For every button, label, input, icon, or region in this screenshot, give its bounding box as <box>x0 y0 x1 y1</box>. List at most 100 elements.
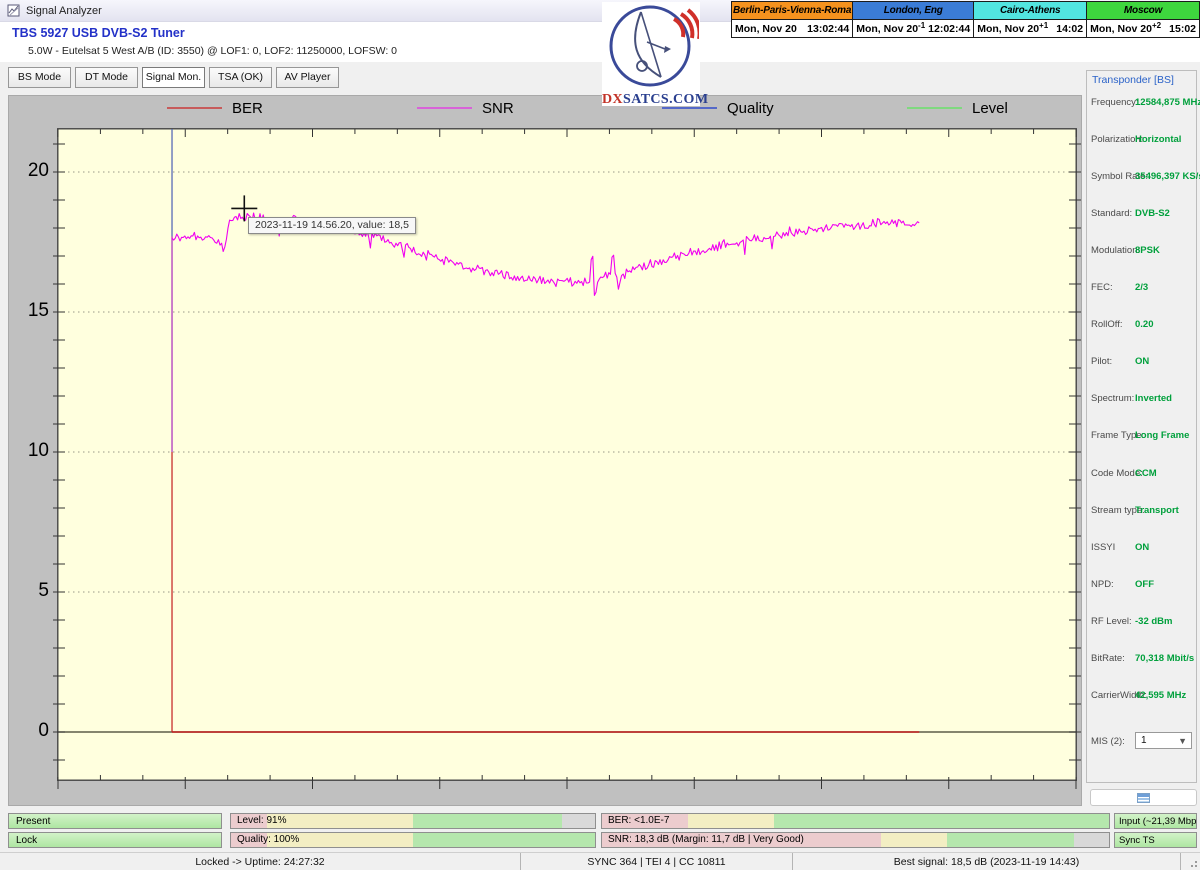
clock-utc-offset: +1 <box>1039 21 1048 30</box>
indicator-present: Present <box>8 813 222 829</box>
signal-plot[interactable]: 2023-11-19 14.56.20, value: 18,5 <box>57 128 1077 781</box>
status-segment: Best signal: 18,5 dB (2023-11-19 14:43) <box>792 853 1180 870</box>
clock-time-cell: Mon, Nov 2013:02:44 <box>732 20 853 38</box>
legend-label: Level <box>972 100 1008 117</box>
progress-zone-yellow <box>881 833 947 847</box>
progress-bar: SNR: 18,3 dB (Margin: 11,7 dB | Very Goo… <box>601 832 1110 848</box>
clock-row: Mon, Nov 20+215:02 <box>1090 20 1196 37</box>
field-label: RollOff: <box>1091 319 1123 330</box>
indicator-lock: Lock <box>8 832 222 848</box>
window-title: Signal Analyzer <box>26 5 102 17</box>
grip-dot <box>1195 861 1197 863</box>
field-value: 8PSK <box>1135 245 1160 256</box>
signal-analyzer-window: Signal Analyzer TBS 5927 USB DVB-S2 Tune… <box>0 0 1200 870</box>
field-label: ISSYI <box>1091 542 1115 553</box>
field-value: -32 dBm <box>1135 616 1172 627</box>
progress-bar: Level: 91% <box>230 813 596 829</box>
tab-av-player[interactable]: AV Player <box>276 67 339 88</box>
satellite-dish-icon <box>603 2 699 90</box>
world-clocks: Berlin-Paris-Vienna-RomaLondon, EngCairo… <box>731 1 1200 38</box>
field-value: 42,595 MHz <box>1135 690 1186 701</box>
progress-zone-gray <box>1074 833 1109 847</box>
clock-time: 14:02 <box>1056 23 1083 35</box>
legend-line-icon <box>907 107 962 109</box>
field-value: CCM <box>1135 468 1157 479</box>
progress-bar: BER: <1.0E-7 <box>601 813 1110 829</box>
transponder-list-button[interactable] <box>1090 789 1197 806</box>
clock-row: Mon, Nov 20+1 14:02 <box>977 20 1083 37</box>
clock-row: Mon, Nov 20-112:02:44 <box>856 20 970 37</box>
progress-bar: Quality: 100% <box>230 832 596 848</box>
clock-city: Moscow <box>1087 2 1200 20</box>
clock-time-cell: Mon, Nov 20+215:02 <box>1087 20 1200 38</box>
logo-text: DXSATCS.COM <box>602 92 700 108</box>
progress-label: Level: 91% <box>237 815 286 826</box>
field-value: 2/3 <box>1135 282 1148 293</box>
field-value: Horizontal <box>1135 134 1181 145</box>
clock-time: 12:02:44 <box>928 23 970 35</box>
y-tick-label: 0 <box>11 720 49 742</box>
list-icon <box>1137 793 1150 803</box>
progress-zone-yellow <box>267 814 413 828</box>
clock-time: 13:02:44 <box>807 23 849 35</box>
tab-tsa-ok[interactable]: TSA (OK) <box>209 67 272 88</box>
clock-date: Mon, Nov 20 <box>856 23 918 35</box>
progress-zone-gray <box>562 814 595 828</box>
field-label: NPD: <box>1091 579 1114 590</box>
legend-label: SNR <box>482 100 514 117</box>
field-value: Long Frame <box>1135 430 1189 441</box>
legend-label: BER <box>232 100 263 117</box>
status-segment: SYNC 364 | TEI 4 | CC 10811 <box>520 853 792 870</box>
progress-zones <box>602 814 1109 828</box>
field-label: Standard: <box>1091 208 1132 219</box>
legend-line-icon <box>417 107 472 109</box>
resize-grip[interactable] <box>1180 853 1200 870</box>
chevron-down-icon: ▼ <box>1178 736 1187 746</box>
clock-time: 15:02 <box>1169 23 1196 35</box>
chart-tooltip: 2023-11-19 14.56.20, value: 18,5 <box>248 217 416 234</box>
indicator-right: Input (~21,39 Mbps) <box>1114 813 1197 829</box>
progress-label: Quality: 100% <box>237 834 299 845</box>
mis-select[interactable]: 1 ▼ <box>1135 732 1192 749</box>
clock-city: Berlin-Paris-Vienna-Roma <box>732 2 853 20</box>
legend-line-icon <box>167 107 222 109</box>
field-value: ON <box>1135 356 1149 367</box>
progress-zone-yellow <box>688 814 774 828</box>
field-value: 70,318 Mbit/s <box>1135 653 1194 664</box>
progress-label: SNR: 18,3 dB (Margin: 11,7 dB | Very Goo… <box>608 834 804 845</box>
tab-dt-mode[interactable]: DT Mode <box>75 67 138 88</box>
clock-utc-offset: +2 <box>1152 21 1161 30</box>
tuner-title: TBS 5927 USB DVB-S2 Tuner <box>12 26 185 40</box>
field-label: FEC: <box>1091 282 1113 293</box>
app-icon <box>7 4 20 17</box>
field-value: DVB-S2 <box>1135 208 1170 219</box>
status-segment: Locked -> Uptime: 24:27:32 <box>0 853 520 870</box>
tuner-subtitle: 5.0W - Eutelsat 5 West A/B (ID: 3550) @ … <box>28 45 397 57</box>
transponder-title: Transponder [BS] <box>1092 74 1174 86</box>
clock-time-cell: Mon, Nov 20+1 14:02 <box>974 20 1087 38</box>
y-tick-label: 20 <box>11 160 49 182</box>
field-value: ON <box>1135 542 1149 553</box>
chart-panel: BERSNRQualityLevel 05101520 2023-11-19 1… <box>8 95 1082 806</box>
dxsatcs-logo: DXSATCS.COM <box>602 2 700 106</box>
indicator-right: Sync TS <box>1114 832 1197 848</box>
field-value: Inverted <box>1135 393 1172 404</box>
tab-bs-mode[interactable]: BS Mode <box>8 67 71 88</box>
mis-value: 1 <box>1141 735 1147 746</box>
clock-time-cell: Mon, Nov 20-112:02:44 <box>853 20 974 38</box>
field-value: OFF <box>1135 579 1154 590</box>
clock-row: Mon, Nov 2013:02:44 <box>735 20 849 37</box>
progress-label: BER: <1.0E-7 <box>608 815 669 826</box>
progress-zone-green <box>774 814 1109 828</box>
tab-signal-mon[interactable]: Signal Mon. <box>142 67 205 88</box>
transponder-panel: Transponder [BS] Frequency:12584,875 MHz… <box>1086 70 1197 783</box>
clock-city: Cairo-Athens <box>974 2 1087 20</box>
progress-zone-green <box>947 833 1074 847</box>
field-label: BitRate: <box>1091 653 1125 664</box>
legend-item-level: Level <box>907 99 1008 117</box>
statusbar: Locked -> Uptime: 24:27:32SYNC 364 | TEI… <box>0 852 1200 870</box>
field-label: Spectrum: <box>1091 393 1134 404</box>
field-value: Transport <box>1135 505 1179 516</box>
clock-date: Mon, Nov 20 <box>977 23 1039 35</box>
field-label: Frequency: <box>1091 97 1139 108</box>
